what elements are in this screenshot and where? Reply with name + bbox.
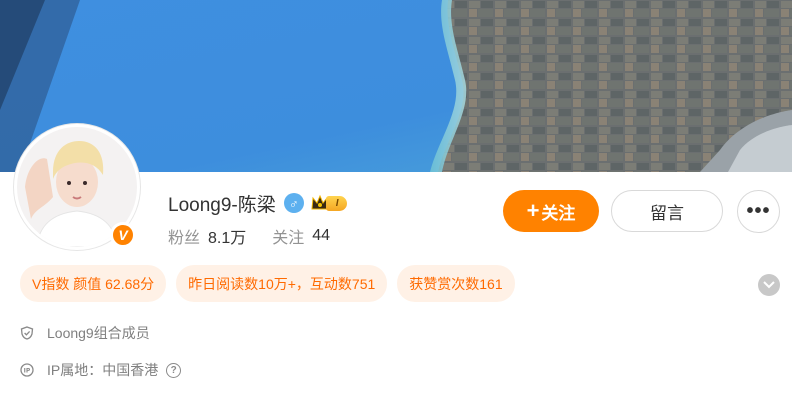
question-icon[interactable]: ?: [166, 362, 182, 378]
ip-location-text: IP属地：中国香港: [47, 362, 159, 378]
description-row: Loong9组合成员: [20, 323, 150, 343]
description-text: Loong9组合成员: [47, 325, 150, 341]
svg-text:IP: IP: [24, 368, 31, 375]
following-label[interactable]: 关注: [272, 224, 304, 248]
more-button[interactable]: •••: [737, 190, 780, 233]
follow-button[interactable]: + 关注: [503, 190, 599, 232]
followers-label[interactable]: 粉丝: [168, 224, 200, 248]
tag-v-index[interactable]: V指数 颜值 62.68分: [20, 265, 167, 302]
profile-name: Loong9-陈梁: [168, 194, 276, 216]
ip-row: IP IP属地：中国香港 ?: [20, 360, 182, 380]
ip-icon: IP: [20, 363, 34, 377]
verified-badge: V: [110, 222, 136, 248]
tag-reward-count[interactable]: 获赞赏次数161: [397, 265, 515, 302]
level-badge[interactable]: I: [310, 194, 347, 212]
followers-count[interactable]: 8.1万: [208, 224, 246, 248]
plus-icon: +: [526, 198, 540, 223]
level-number: I: [325, 195, 347, 211]
message-button[interactable]: 留言: [611, 190, 723, 232]
tags-row: V指数 颜值 62.68分 昨日阅读数10万+，互动数751 获赞赏次数161: [20, 265, 525, 302]
shield-icon: [20, 326, 34, 340]
tag-reading-stats[interactable]: 昨日阅读数10万+，互动数751: [176, 265, 388, 302]
stats-row: 粉丝 8.1万 关注 44: [168, 224, 330, 248]
follow-label: 关注: [541, 203, 576, 223]
chevron-down-icon[interactable]: [758, 274, 780, 296]
profile-name-row: Loong9-陈梁 ♂ I: [168, 190, 347, 216]
following-count[interactable]: 44: [312, 227, 330, 245]
male-icon: ♂: [283, 193, 304, 213]
